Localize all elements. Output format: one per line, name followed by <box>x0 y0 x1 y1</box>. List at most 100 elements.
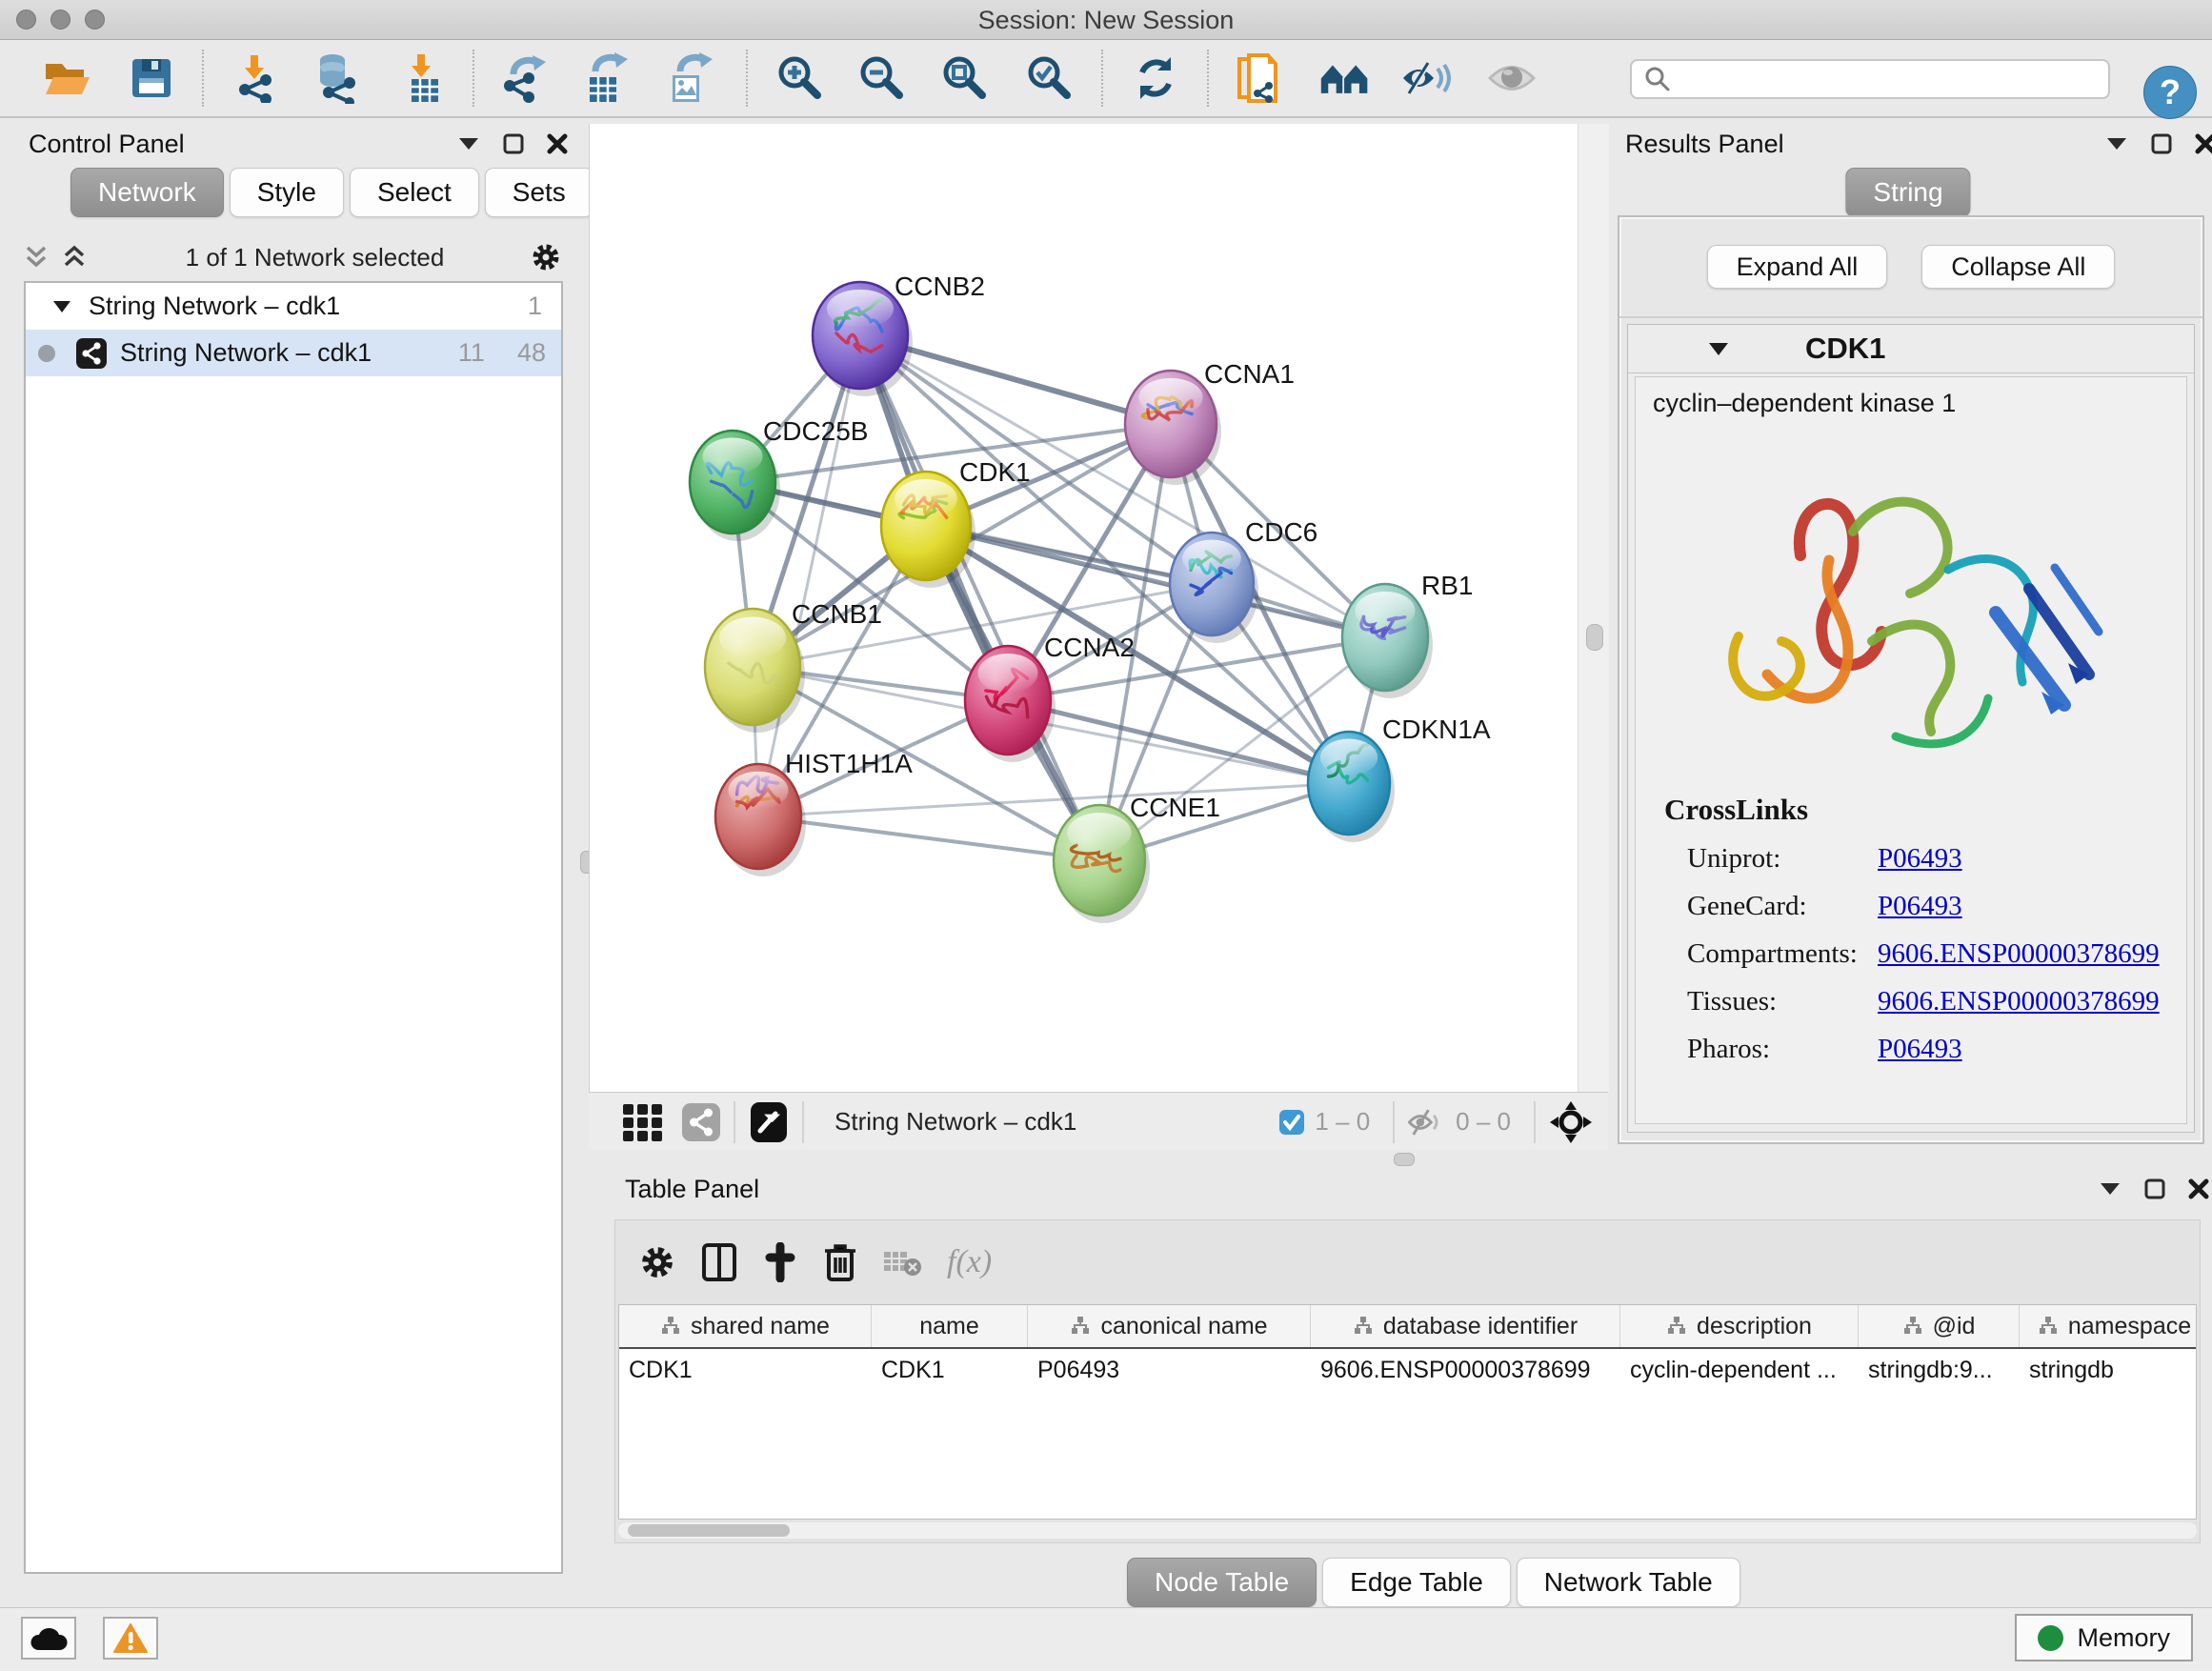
control-tab-sets[interactable]: Sets <box>485 168 593 217</box>
float-panel-icon[interactable] <box>2151 133 2172 154</box>
table-cell[interactable]: 9606.ENSP00000378699 <box>1311 1349 1620 1391</box>
control-tab-network[interactable]: Network <box>70 168 224 217</box>
selected-checkbox-icon[interactable] <box>1278 1109 1305 1136</box>
network-options-gear-icon[interactable] <box>530 241 562 273</box>
column-header-canonical-name[interactable]: canonical name <box>1028 1305 1311 1347</box>
network-collection-row[interactable]: String Network – cdk1 1 <box>26 283 561 330</box>
network-node-CCNA2[interactable] <box>965 646 1056 762</box>
network-node-CCNB1[interactable] <box>705 609 805 733</box>
network-node-RB1[interactable] <box>1342 584 1433 698</box>
table-row[interactable]: CDK1CDK1P064939606.ENSP00000378699cyclin… <box>619 1349 2196 1391</box>
import-network-file-button[interactable] <box>231 51 285 105</box>
show-selection-button[interactable] <box>1485 51 1538 105</box>
table-options-gear-icon[interactable] <box>638 1243 676 1281</box>
table-tab-network-table[interactable]: Network Table <box>1517 1558 1740 1607</box>
close-panel-icon[interactable] <box>2195 133 2212 154</box>
memory-button[interactable]: Memory <box>2015 1614 2193 1661</box>
column-header-shared-name[interactable]: shared name <box>619 1305 872 1347</box>
fit-selected-crosshair-icon[interactable] <box>1549 1100 1593 1144</box>
float-panel-icon[interactable] <box>503 133 524 154</box>
collapse-panel-icon[interactable] <box>2099 1181 2122 1197</box>
import-table-file-button[interactable] <box>398 51 452 105</box>
column-header--id[interactable]: @id <box>1859 1305 2020 1347</box>
open-session-button[interactable] <box>40 51 93 105</box>
column-header-description[interactable]: description <box>1620 1305 1859 1347</box>
collection-expander-icon[interactable] <box>52 300 71 313</box>
cloud-status-button[interactable] <box>21 1617 76 1660</box>
table-tab-node-table[interactable]: Node Table <box>1127 1558 1317 1607</box>
export-image-button[interactable] <box>663 51 716 105</box>
canvas-scrollbar[interactable] <box>1578 124 1609 1092</box>
collapse-panel-icon[interactable] <box>457 136 480 151</box>
results-tab-string[interactable]: String <box>1845 168 1970 217</box>
zoom-out-button[interactable] <box>855 51 909 105</box>
table-cell[interactable]: stringdb:9... <box>1859 1349 2020 1391</box>
table-cell[interactable]: P06493 <box>1028 1349 1311 1391</box>
create-column-icon[interactable] <box>762 1242 798 1282</box>
duplicate-network-button[interactable] <box>1233 51 1286 105</box>
float-panel-icon[interactable] <box>2144 1178 2165 1199</box>
refresh-view-button[interactable] <box>1129 51 1182 105</box>
column-header-namespace[interactable]: namespace <box>2020 1305 2197 1347</box>
expand-all-networks-icon[interactable] <box>24 245 49 270</box>
table-cell[interactable]: CDK1 <box>872 1349 1028 1391</box>
close-panel-icon[interactable] <box>547 133 568 154</box>
canvas-splitter-handle[interactable] <box>1586 624 1603 651</box>
table-scrollbar-thumb[interactable] <box>628 1524 790 1537</box>
table-tab-edge-table[interactable]: Edge Table <box>1322 1558 1511 1607</box>
node-table[interactable]: shared namenamecanonical namedatabase id… <box>618 1304 2197 1520</box>
save-session-button[interactable] <box>125 51 178 105</box>
delete-column-icon[interactable] <box>823 1241 857 1283</box>
hide-selection-button[interactable] <box>1401 51 1455 105</box>
crosslink-link[interactable]: 9606.ENSP00000378699 <box>1878 938 2160 970</box>
function-builder-button[interactable]: f(x) <box>947 1244 992 1280</box>
table-horizontal-scrollbar[interactable] <box>618 1522 2197 1539</box>
table-cell[interactable]: CDK1 <box>619 1349 872 1391</box>
network-graph[interactable]: CCNB2CCNA1CDC25BCDK1CDC6RB1CCNB1CCNA2CDK… <box>590 124 1579 1092</box>
crosslink-link[interactable]: P06493 <box>1878 891 1962 922</box>
network-node-HIST1H1A[interactable] <box>715 764 806 876</box>
network-node-CCNE1[interactable] <box>1054 805 1150 923</box>
import-network-database-button[interactable] <box>311 51 364 105</box>
birdseye-view-icon[interactable] <box>749 1100 789 1144</box>
help-button[interactable]: ? <box>2143 66 2197 119</box>
welcome-screen-button[interactable] <box>1318 51 1372 105</box>
gene-expander-icon[interactable] <box>1708 342 1729 356</box>
search-input[interactable] <box>1679 65 2108 93</box>
expand-all-button[interactable]: Expand All <box>1707 245 1888 289</box>
selected-counts: 1 – 0 <box>1315 1107 1370 1137</box>
network-canvas[interactable]: CCNB2CCNA1CDC25BCDK1CDC6RB1CCNB1CCNA2CDK… <box>589 124 1579 1092</box>
hidden-eye-icon[interactable] <box>1408 1107 1446 1137</box>
horizontal-splitter-handle[interactable] <box>1394 1153 1415 1166</box>
export-network-button[interactable] <box>498 51 552 105</box>
warning-status-button[interactable] <box>103 1617 158 1660</box>
zoom-selected-button[interactable] <box>1023 51 1076 105</box>
crosslink-link[interactable]: P06493 <box>1878 1034 1962 1065</box>
zoom-in-button[interactable] <box>774 51 827 105</box>
crosslink-link[interactable]: P06493 <box>1878 843 1962 875</box>
network-node-CDC25B[interactable] <box>690 431 780 541</box>
column-header-name[interactable]: name <box>872 1305 1028 1347</box>
control-tab-style[interactable]: Style <box>230 168 344 217</box>
network-row[interactable]: String Network – cdk1 11 48 <box>26 330 561 376</box>
collapse-all-button[interactable]: Collapse All <box>1921 245 2115 289</box>
network-node-CDC6[interactable] <box>1170 533 1258 643</box>
crosslink-link[interactable]: 9606.ENSP00000378699 <box>1878 986 2160 1017</box>
close-panel-icon[interactable] <box>2188 1178 2209 1199</box>
table-cell[interactable]: stringdb <box>2020 1349 2197 1391</box>
gene-header[interactable]: CDK1 <box>1628 325 2194 373</box>
clear-table-icon[interactable] <box>882 1246 922 1278</box>
network-node-CDK1[interactable] <box>881 472 975 588</box>
column-header-database-identifier[interactable]: database identifier <box>1311 1305 1620 1347</box>
zoom-fit-button[interactable] <box>938 51 992 105</box>
show-columns-icon[interactable] <box>701 1242 737 1282</box>
table-cell[interactable]: cyclin-dependent ... <box>1620 1349 1859 1391</box>
control-tab-select[interactable]: Select <box>350 168 479 217</box>
crosslink-row: Compartments:9606.ENSP00000378699 <box>1664 938 2160 970</box>
collapse-all-networks-icon[interactable] <box>62 245 87 270</box>
export-table-button[interactable] <box>580 51 633 105</box>
network-view-share-icon[interactable] <box>682 1103 720 1141</box>
network-node-CDKN1A[interactable] <box>1308 732 1395 842</box>
grid-view-icon[interactable] <box>621 1100 665 1144</box>
collapse-panel-icon[interactable] <box>2105 136 2128 151</box>
